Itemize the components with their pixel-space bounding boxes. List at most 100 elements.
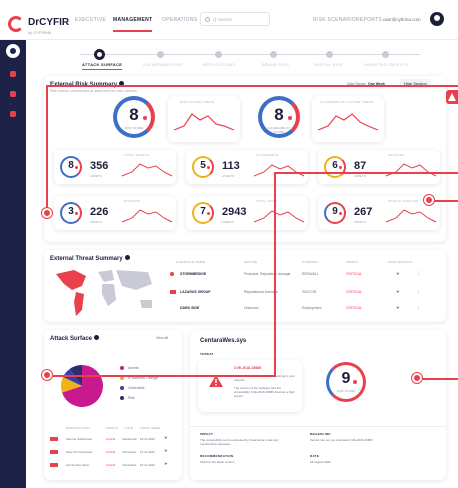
recommendation-text: Patch to the latest version — [200, 460, 235, 464]
sidebar-settings-icon[interactable] — [7, 108, 19, 120]
nav-operations[interactable]: OPERATIONS — [162, 17, 197, 23]
row-description: Sample Subdomain — [66, 437, 93, 441]
sidebar-network-icon[interactable] — [7, 88, 19, 100]
campaign-company: Employment — [302, 306, 322, 310]
col-impact: IMPACT — [106, 426, 119, 430]
tile-sparkline — [253, 210, 305, 223]
cve-id[interactable]: CVE-2018-15686 — [234, 366, 261, 370]
vulnerability-score-value: 8 — [274, 105, 284, 124]
detail-title: CentaraWes.sys — [200, 338, 247, 344]
brand-name: DrCYFIR — [28, 17, 70, 28]
tile-count: 226 — [90, 206, 109, 218]
step-label-applications[interactable]: APPLICATIONS — [203, 62, 235, 67]
impact-label: IMPACT — [200, 432, 214, 436]
vulnerability-score-gauge: 8 VULNERABILITY SCORE — [258, 96, 300, 138]
search-icon — [205, 17, 210, 22]
send-icon[interactable]: ➤ — [164, 461, 168, 467]
risk-trend-caption: RISK SCORE TREND — [180, 100, 215, 104]
legend-label: Risk — [128, 396, 135, 400]
row-description: Api Service Open — [66, 463, 90, 467]
tile-domains[interactable]: 3 226 ASSETS DOMAINS — [54, 196, 176, 230]
info-icon[interactable] — [94, 335, 100, 340]
asset-icon — [50, 437, 58, 441]
tile-total-open[interactable]: 7 2943 ASSETS TOTAL OPEN — [186, 196, 308, 230]
tile-dot — [339, 212, 342, 215]
recommendation-label: RECOMMENDATION — [200, 454, 234, 458]
tile-sparkline — [253, 164, 305, 177]
sidebar-shield-icon[interactable] — [7, 68, 19, 80]
attack-surface-card: Attack Surface View all Assets IP Addres… — [44, 330, 182, 480]
tile-count-label: ASSETS — [354, 174, 366, 178]
logo-icon — [8, 15, 24, 32]
brand-logo[interactable]: DrCYFIR by CYFIRMA — [8, 12, 69, 35]
tile-count: 267 — [354, 206, 373, 218]
nav-reports[interactable]: REPORTS — [356, 17, 382, 23]
dashboard-icon[interactable] — [6, 44, 20, 58]
step-dot-applications[interactable] — [215, 51, 222, 58]
campaign-company: REDWALL — [302, 272, 319, 276]
step-label-impacted-identity[interactable]: IMPACTED IDENTITY — [364, 62, 409, 67]
send-icon[interactable]: ➤ — [396, 271, 400, 277]
callout-line — [274, 172, 458, 174]
more-icon[interactable]: ⋮ — [416, 271, 421, 277]
threat-summary-title: External Threat Summary — [50, 255, 130, 262]
row-impact: Critical — [106, 463, 116, 467]
campaign-name: DARK SIDE — [180, 306, 200, 310]
tile-caption: ATTACK SURFACE — [388, 199, 419, 203]
tile-exposed[interactable]: 6 87 ASSETS EXPOSED — [318, 150, 440, 184]
campaign-impact: CRITICAL — [346, 290, 362, 294]
risk-trend-sparkline — [173, 113, 235, 131]
more-icon[interactable]: ⋮ — [416, 305, 421, 311]
row-date: 18.11.2022 — [140, 437, 155, 441]
step-label-attack-surface[interactable]: ATTACK SURFACE — [82, 62, 123, 70]
callout-line — [46, 85, 458, 87]
nav-executive[interactable]: EXECUTIVE — [75, 17, 106, 23]
asset-icon — [50, 450, 58, 454]
tile-count-label: ASSETS — [222, 220, 234, 224]
tile-attack-surface[interactable]: 9 267 ASSETS ATTACK SURFACE — [318, 196, 440, 230]
tile-gauge: 3 — [60, 202, 82, 224]
tile-gauge: 9 — [324, 202, 346, 224]
nav-management[interactable]: MANAGEMENT — [113, 17, 153, 32]
campaign-name: LAZARUS GROUP — [180, 290, 211, 294]
callout-dot — [424, 195, 434, 205]
tile-vulnerable[interactable]: 5 113 ASSETS VULNERABLE — [186, 150, 308, 184]
tile-sparkline — [385, 163, 437, 177]
step-dot-attack-surface[interactable] — [94, 49, 105, 60]
step-dot-impacted-identity[interactable] — [382, 51, 389, 58]
callout-dot — [42, 370, 52, 380]
cve-details: The version of the software has the vuln… — [234, 386, 295, 398]
more-icon[interactable]: ⋮ — [416, 289, 421, 295]
step-label-vulnerabilities[interactable]: VULNERABILITIES — [143, 62, 182, 67]
send-icon[interactable]: ➤ — [396, 289, 400, 295]
step-dot-vulnerabilities[interactable] — [157, 51, 164, 58]
legend-label: Vulnerable — [128, 386, 145, 390]
tile-count-label: ASSETS — [90, 174, 102, 178]
cve-card[interactable]: CVE-2018-15686 Vulnerable version of sof… — [198, 360, 302, 412]
send-icon[interactable]: ➤ — [164, 435, 168, 441]
row-impact: Critical — [106, 450, 116, 454]
detail-risk-label: RISK SCORE — [336, 389, 356, 393]
tile-caption: DOMAINS — [124, 199, 141, 203]
step-label-brand-risk[interactable]: BRAND RISK — [262, 62, 289, 67]
send-icon[interactable]: ➤ — [164, 448, 168, 454]
step-dot-brand-risk[interactable] — [270, 51, 277, 58]
view-all-link[interactable]: View all — [156, 336, 168, 340]
tile-total-assets[interactable]: 8 356 ASSETS TOTAL ASSETS — [54, 150, 176, 184]
vulnerability-trend-caption: VULNERABILITY SCORE TREND — [320, 100, 374, 104]
tile-sparkline — [385, 209, 437, 223]
info-icon[interactable] — [124, 255, 130, 260]
nav-risk-scenario[interactable]: RISK SCENARIO — [313, 17, 356, 23]
risk-trend-card: RISK SCORE TREND — [168, 96, 240, 142]
vulnerability-dot — [288, 116, 292, 120]
search-input[interactable]: Q Search — [200, 12, 270, 26]
world-map — [56, 270, 152, 316]
step-dot-digital-risk[interactable] — [326, 51, 333, 58]
step-label-digital-risk[interactable]: DIGITAL RISK — [314, 62, 343, 67]
send-icon[interactable]: ➤ — [396, 305, 400, 311]
avatar[interactable] — [430, 12, 444, 26]
alert-tab[interactable] — [446, 90, 458, 104]
date-label: DATE — [310, 454, 320, 458]
tile-count-label: ASSETS — [90, 220, 102, 224]
tile-gauge: 8 — [60, 156, 82, 178]
